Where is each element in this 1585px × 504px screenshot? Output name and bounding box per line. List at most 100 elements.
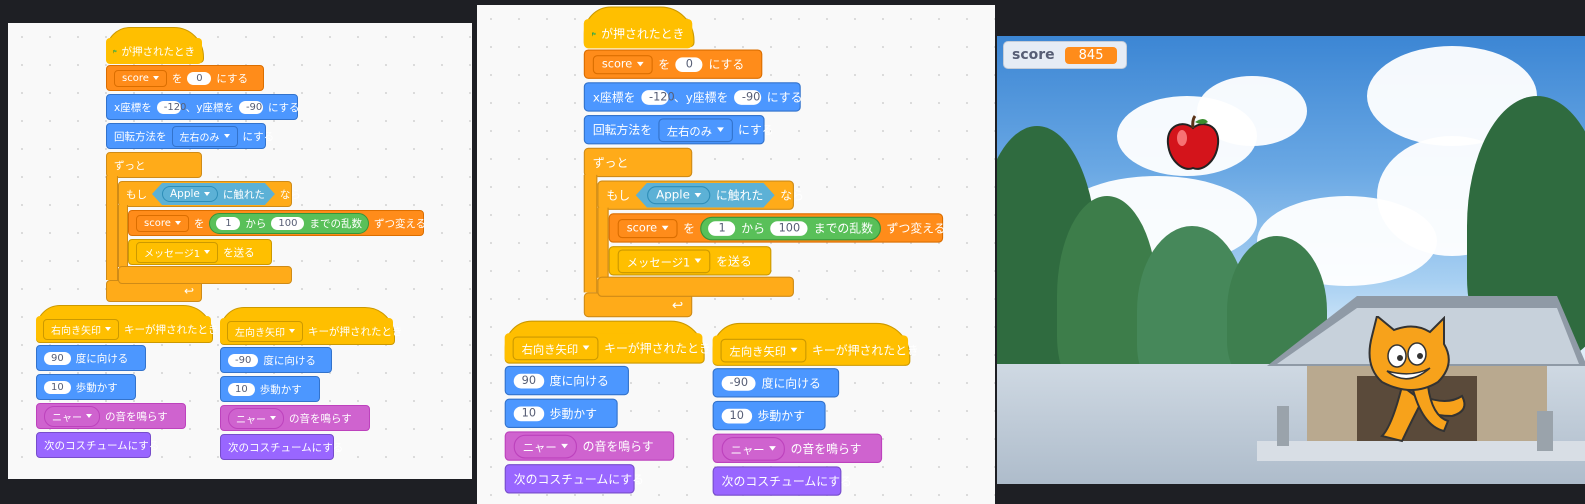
- next-costume-block[interactable]: 次のコスチュームにする: [504, 464, 644, 494]
- rotation-dropdown[interactable]: 左右のみ: [657, 117, 733, 142]
- forever-block[interactable]: ずっと: [583, 147, 693, 178]
- code-area-left[interactable]: が押されたとき score を 0 にする x座標を -120 、y座標を -9…: [8, 23, 472, 479]
- apple-sprite-icon[interactable]: [1162, 114, 1224, 176]
- if-arm: [597, 207, 609, 278]
- next-costume-block[interactable]: 次のコスチュームにする: [220, 434, 343, 460]
- move-steps-block[interactable]: 10 歩動かす: [712, 400, 826, 431]
- change-variable-block[interactable]: score を 1 から 100 までの乱数 ずつ変える: [608, 213, 946, 243]
- random-operator[interactable]: 1 から 100 までの乱数: [700, 216, 881, 240]
- random-to-input[interactable]: 100: [770, 220, 809, 236]
- message-dropdown[interactable]: メッセージ1: [617, 248, 711, 273]
- set-variable-block[interactable]: score を 0 にする: [583, 49, 763, 79]
- left-key-block[interactable]: 左向き矢印 キーが押されたとき: [712, 335, 919, 365]
- sound-name: ニャー: [236, 414, 266, 426]
- then-label: なら: [279, 188, 301, 201]
- key-dropdown[interactable]: 左向き矢印: [227, 320, 303, 342]
- set-label: を: [171, 72, 183, 85]
- rotation-style-block[interactable]: 回転方法を 左右のみ にする: [583, 114, 774, 145]
- point-direction-block[interactable]: -90 度に向ける: [712, 368, 840, 398]
- variable-dropdown[interactable]: score: [136, 214, 189, 232]
- chevron-down-icon: [790, 347, 798, 353]
- direction-input[interactable]: 90: [513, 373, 544, 388]
- chevron-down-icon: [105, 327, 111, 331]
- when-flag-block[interactable]: が押されたとき: [583, 18, 693, 49]
- sound-dropdown[interactable]: ニャー: [228, 407, 284, 429]
- broadcast-label: を送る: [716, 254, 752, 269]
- random-label: までの乱数: [309, 217, 362, 230]
- right-key-block[interactable]: 右向き矢印 キーが押されたとき: [504, 333, 711, 363]
- broadcast-block[interactable]: メッセージ1 を送る: [128, 239, 272, 265]
- key-dropdown[interactable]: 右向き矢印: [43, 318, 119, 340]
- sound-dropdown[interactable]: ニャー: [44, 405, 100, 427]
- forever-arm: [106, 176, 118, 280]
- if-block[interactable]: もし Apple に触れた なら: [118, 181, 301, 207]
- rotation-dropdown[interactable]: 左右のみ: [171, 125, 238, 147]
- point-direction-block[interactable]: 90 度に向ける: [36, 345, 146, 371]
- random-from-input[interactable]: 1: [708, 220, 736, 236]
- direction-input[interactable]: -90: [228, 353, 259, 367]
- left-key-block[interactable]: 左向き矢印 キーが押されたとき: [220, 318, 403, 344]
- variable-name: score: [144, 217, 171, 229]
- message-dropdown[interactable]: メッセージ1: [136, 241, 219, 263]
- key-dropdown[interactable]: 右向き矢印: [512, 335, 599, 360]
- goto-xy-block[interactable]: x座標を -120 、y座標を -90 にする: [106, 94, 300, 120]
- steps-input[interactable]: 10: [513, 405, 544, 421]
- goto-xy-block[interactable]: x座標を -120 、y座標を -90 にする: [583, 82, 802, 112]
- forever-arm: [583, 174, 598, 293]
- variable-dropdown[interactable]: score: [114, 69, 167, 87]
- play-sound-block[interactable]: ニャー の音を鳴らす: [504, 431, 675, 461]
- next-costume-block[interactable]: 次のコスチュームにする: [712, 466, 852, 496]
- stage[interactable]: [997, 36, 1585, 484]
- when-flag-block[interactable]: が押されたとき: [106, 38, 202, 64]
- right-key-block[interactable]: 右向き矢印 キーが押されたとき: [36, 316, 219, 342]
- broadcast-block[interactable]: メッセージ1 を送る: [608, 246, 772, 276]
- next-costume-block[interactable]: 次のコスチュームにする: [36, 432, 159, 458]
- code-area-zoomed[interactable]: が押されたとき score を 0 にする x座標を -120 、y座標を -9…: [477, 5, 995, 504]
- sprite-dropdown[interactable]: Apple: [162, 186, 218, 202]
- touching-condition[interactable]: Apple に触れた: [152, 183, 275, 205]
- change-variable-block[interactable]: score を 1 から 100 までの乱数 ずつ変える: [128, 210, 426, 236]
- point-direction-block[interactable]: -90 度に向ける: [220, 347, 332, 373]
- play-sound-block[interactable]: ニャー の音を鳴らす: [36, 403, 186, 429]
- x-input[interactable]: -120: [641, 89, 675, 105]
- sprite-name: Apple: [656, 188, 690, 202]
- cat-sprite-icon[interactable]: [1352, 316, 1477, 446]
- move-steps-block[interactable]: 10 歩動かす: [220, 376, 320, 402]
- if-block[interactable]: もし Apple に触れた なら: [597, 180, 804, 210]
- green-flag-icon: [113, 49, 117, 53]
- monitor-label: score: [1012, 47, 1055, 63]
- sound-dropdown[interactable]: ニャー: [513, 434, 577, 458]
- steps-input[interactable]: 10: [44, 380, 71, 394]
- touching-condition[interactable]: Apple に触れた: [636, 183, 775, 208]
- forever-block[interactable]: ずっと: [106, 152, 202, 178]
- set-value-input[interactable]: 0: [187, 71, 212, 85]
- play-sound-block[interactable]: ニャー の音を鳴らす: [220, 405, 370, 431]
- sound-dropdown[interactable]: ニャー: [721, 436, 785, 461]
- rotation-style-block[interactable]: 回転方法を 左右のみ にする: [106, 123, 274, 149]
- steps-input[interactable]: 10: [228, 382, 255, 396]
- chevron-down-icon: [270, 416, 276, 420]
- key-pressed-label: キーが押されたとき: [604, 341, 711, 356]
- move-label: 歩動かす: [75, 381, 118, 394]
- message-name: メッセージ1: [144, 248, 201, 260]
- random-from-input[interactable]: 1: [216, 216, 241, 230]
- set-variable-block[interactable]: score を 0 にする: [106, 65, 264, 91]
- move-steps-block[interactable]: 10 歩動かす: [36, 374, 136, 400]
- point-label: 度に向ける: [549, 374, 609, 388]
- point-direction-block[interactable]: 90 度に向ける: [504, 365, 629, 396]
- y-input[interactable]: -90: [238, 100, 263, 114]
- direction-input[interactable]: 90: [44, 351, 71, 365]
- direction-input[interactable]: -90: [721, 375, 756, 391]
- variable-dropdown[interactable]: score: [592, 54, 653, 74]
- y-input[interactable]: -90: [733, 89, 762, 105]
- random-operator[interactable]: 1 から 100 までの乱数: [209, 212, 369, 234]
- set-value-input[interactable]: 0: [675, 56, 703, 72]
- play-sound-block[interactable]: ニャー の音を鳴らす: [712, 433, 883, 464]
- x-input[interactable]: -120: [156, 100, 186, 114]
- variable-dropdown[interactable]: score: [617, 218, 678, 238]
- steps-input[interactable]: 10: [721, 408, 752, 423]
- key-dropdown[interactable]: 左向き矢印: [720, 338, 807, 362]
- random-to-input[interactable]: 100: [271, 216, 305, 230]
- sprite-dropdown[interactable]: Apple: [647, 186, 710, 204]
- move-steps-block[interactable]: 10 歩動かす: [504, 398, 618, 428]
